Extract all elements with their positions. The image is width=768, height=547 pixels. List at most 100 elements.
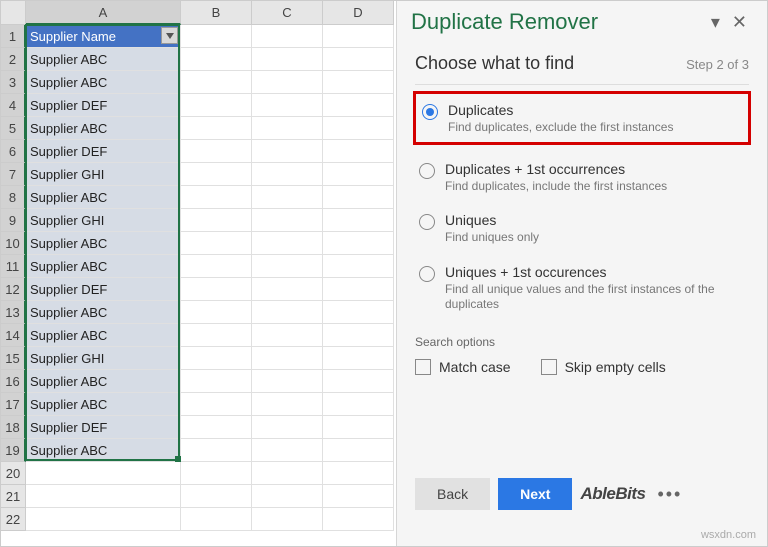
cell[interactable] [181, 439, 252, 462]
cell[interactable] [252, 301, 323, 324]
cell[interactable] [181, 232, 252, 255]
row-header[interactable]: 6 [1, 140, 26, 163]
cell[interactable] [323, 25, 394, 48]
cell[interactable] [323, 393, 394, 416]
cell[interactable] [252, 370, 323, 393]
cell[interactable] [181, 209, 252, 232]
cell[interactable] [181, 186, 252, 209]
cell[interactable] [252, 71, 323, 94]
cell[interactable] [323, 48, 394, 71]
row-header[interactable]: 11 [1, 255, 26, 278]
cell[interactable] [26, 485, 181, 508]
cell[interactable] [323, 209, 394, 232]
cell[interactable] [323, 232, 394, 255]
col-header-D[interactable]: D [323, 1, 394, 25]
option-1[interactable]: Duplicates + 1st occurrencesFind duplica… [415, 151, 749, 203]
cell[interactable] [181, 163, 252, 186]
cell[interactable] [252, 255, 323, 278]
cell[interactable] [181, 324, 252, 347]
row-header[interactable]: 16 [1, 370, 26, 393]
next-button[interactable]: Next [498, 478, 572, 510]
cell[interactable]: Supplier ABC [26, 393, 181, 416]
cell[interactable]: Supplier ABC [26, 232, 181, 255]
radio-icon[interactable] [419, 163, 435, 179]
cell[interactable]: Supplier DEF [26, 94, 181, 117]
cell[interactable] [323, 140, 394, 163]
cell[interactable] [323, 508, 394, 531]
cell[interactable] [26, 462, 181, 485]
cell[interactable] [181, 140, 252, 163]
option-2[interactable]: UniquesFind uniques only [415, 202, 749, 254]
cell[interactable] [181, 255, 252, 278]
radio-icon[interactable] [422, 104, 438, 120]
cell[interactable] [323, 255, 394, 278]
row-header[interactable]: 1 [1, 25, 26, 48]
cell[interactable] [323, 416, 394, 439]
cell[interactable] [252, 48, 323, 71]
cell[interactable] [252, 347, 323, 370]
cell[interactable] [181, 485, 252, 508]
row-header[interactable]: 22 [1, 508, 26, 531]
row-header[interactable]: 5 [1, 117, 26, 140]
cell[interactable] [323, 485, 394, 508]
row-header[interactable]: 18 [1, 416, 26, 439]
close-icon[interactable]: ✕ [726, 12, 753, 33]
cell[interactable] [252, 416, 323, 439]
cell[interactable] [252, 508, 323, 531]
cell[interactable] [252, 163, 323, 186]
cell[interactable]: Supplier DEF [26, 278, 181, 301]
cell[interactable] [252, 439, 323, 462]
row-header[interactable]: 10 [1, 232, 26, 255]
cell[interactable]: Supplier DEF [26, 140, 181, 163]
row-header[interactable]: 8 [1, 186, 26, 209]
col-header-A[interactable]: A [26, 1, 181, 25]
col-header-C[interactable]: C [252, 1, 323, 25]
cell[interactable]: Supplier DEF [26, 416, 181, 439]
cell[interactable] [252, 140, 323, 163]
cell[interactable] [181, 25, 252, 48]
cell[interactable] [181, 48, 252, 71]
cell[interactable] [181, 94, 252, 117]
cell[interactable] [181, 370, 252, 393]
radio-icon[interactable] [419, 214, 435, 230]
row-header[interactable]: 14 [1, 324, 26, 347]
cell[interactable] [323, 370, 394, 393]
row-header[interactable]: 7 [1, 163, 26, 186]
cell[interactable] [252, 324, 323, 347]
cell[interactable] [181, 393, 252, 416]
cell[interactable] [181, 117, 252, 140]
cell[interactable]: Supplier ABC [26, 255, 181, 278]
filter-dropdown-icon[interactable] [161, 27, 178, 44]
cell[interactable] [181, 462, 252, 485]
back-button[interactable]: Back [415, 478, 490, 510]
cell[interactable]: Supplier GHI [26, 163, 181, 186]
cell[interactable] [252, 393, 323, 416]
cell[interactable]: Supplier ABC [26, 370, 181, 393]
cell[interactable] [252, 186, 323, 209]
cell[interactable] [323, 71, 394, 94]
row-header[interactable]: 4 [1, 94, 26, 117]
row-header[interactable]: 20 [1, 462, 26, 485]
option-0[interactable]: DuplicatesFind duplicates, exclude the f… [413, 91, 751, 145]
option-3[interactable]: Uniques + 1st occurencesFind all unique … [415, 254, 749, 321]
cell[interactable] [323, 117, 394, 140]
cell[interactable] [323, 186, 394, 209]
cell[interactable]: Supplier ABC [26, 301, 181, 324]
more-icon[interactable]: ••• [653, 484, 686, 505]
cell[interactable]: Supplier ABC [26, 439, 181, 462]
cell[interactable]: Supplier ABC [26, 186, 181, 209]
cell[interactable] [323, 94, 394, 117]
cell[interactable] [252, 209, 323, 232]
match-case-checkbox[interactable]: Match case [415, 359, 511, 375]
cell[interactable] [26, 508, 181, 531]
cell[interactable] [323, 324, 394, 347]
cell[interactable] [252, 94, 323, 117]
cell[interactable] [181, 301, 252, 324]
cell[interactable]: Supplier ABC [26, 117, 181, 140]
row-header[interactable]: 19 [1, 439, 26, 462]
radio-icon[interactable] [419, 266, 435, 282]
row-header[interactable]: 17 [1, 393, 26, 416]
row-header[interactable]: 13 [1, 301, 26, 324]
spreadsheet-grid[interactable]: A B C D 1Supplier Name2Supplier ABC3Supp… [1, 1, 396, 546]
cell[interactable] [323, 301, 394, 324]
